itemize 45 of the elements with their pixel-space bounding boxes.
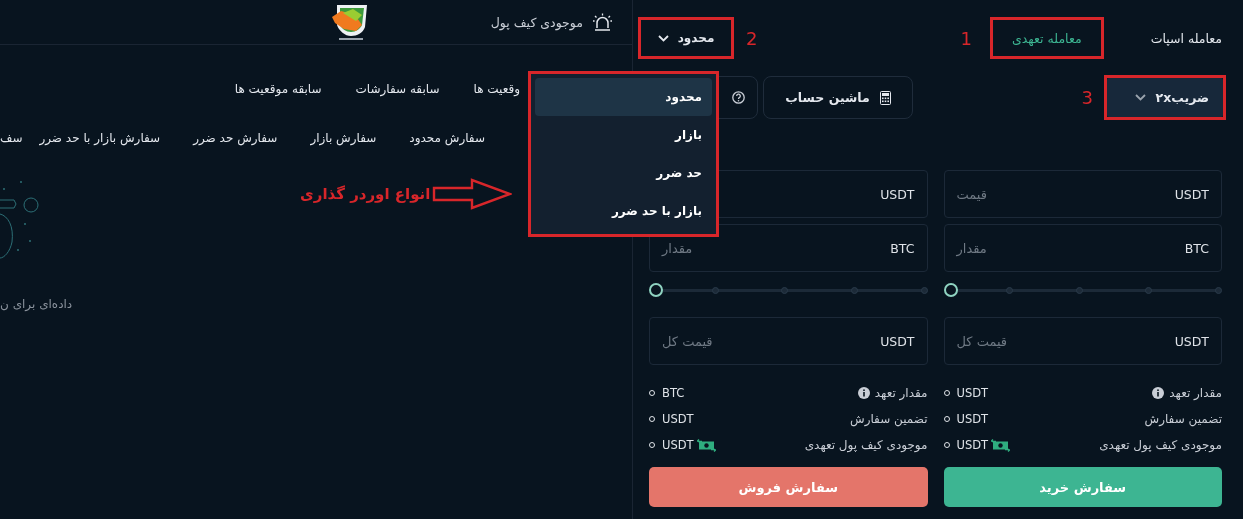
menu-item[interactable]: محدود xyxy=(535,78,712,116)
help-icon xyxy=(732,91,745,104)
arrow-right-icon xyxy=(432,178,513,210)
info-icon[interactable] xyxy=(1152,387,1165,399)
info-value: BTC xyxy=(662,386,685,400)
transfer-icon[interactable] xyxy=(696,438,716,452)
order-type-dropdown[interactable]: محدود xyxy=(657,20,715,56)
order-type-tab[interactable]: سفارش محدود xyxy=(409,131,485,145)
order-type-tab[interactable]: سف xyxy=(0,131,23,145)
calculator-button[interactable]: ماشین حساب xyxy=(763,76,913,119)
annotation-label: انواع اوردر گذاری xyxy=(300,185,431,203)
chevron-down-icon xyxy=(657,34,669,42)
empty-state-text: داده‌ای برای ن xyxy=(0,297,73,311)
info-label: تضمین سفارش xyxy=(1144,412,1222,426)
info-label: موجودی کیف پول تعهدی xyxy=(1099,438,1222,452)
annotation-number: 3 xyxy=(1081,87,1093,108)
info-value: USDT xyxy=(956,438,989,452)
leverage-dropdown[interactable]: ضریب۲x xyxy=(1107,78,1223,117)
info-label: مقدار تعهد xyxy=(1169,386,1222,400)
info-value: USDT xyxy=(956,386,989,400)
wallet-balance-label: موجودی کیف پول xyxy=(490,14,583,30)
position-tab[interactable]: وقعیت ها xyxy=(473,82,520,96)
position-tab[interactable]: سابقه سفارشات xyxy=(355,82,440,96)
transfer-icon[interactable] xyxy=(991,438,1011,452)
position-tab[interactable]: سابقه موقعیت ها xyxy=(234,82,322,96)
calculator-icon xyxy=(879,90,891,105)
trade-mode-tab[interactable]: معامله اسپات xyxy=(1150,30,1222,46)
amount-slider[interactable] xyxy=(943,283,1222,297)
siren-icon[interactable] xyxy=(593,13,612,31)
info-value: USDT xyxy=(956,412,989,426)
chevron-down-icon xyxy=(1134,94,1146,101)
info-label: تضمین سفارش xyxy=(850,412,928,426)
info-label: مقدار تعهد xyxy=(874,386,928,400)
info-value: USDT xyxy=(662,438,694,452)
amount-slider[interactable] xyxy=(649,283,928,297)
order-type-tab[interactable]: سفارش بازار xyxy=(310,131,377,145)
info-value: USDT xyxy=(662,412,694,426)
info-icon[interactable] xyxy=(857,387,870,399)
annotation-number: 1 xyxy=(960,27,972,49)
annotation-number: 2 xyxy=(746,27,758,49)
trade-mode-tab[interactable]: معامله تعهدی xyxy=(1012,30,1082,46)
order-type-tab[interactable]: سفارش بازار با حد ضرر xyxy=(39,131,161,145)
info-label: موجودی کیف پول تعهدی xyxy=(804,438,928,452)
menu-item[interactable]: بازار xyxy=(535,116,712,154)
order-type-tab[interactable]: سفارش حد ضرر xyxy=(193,131,278,145)
